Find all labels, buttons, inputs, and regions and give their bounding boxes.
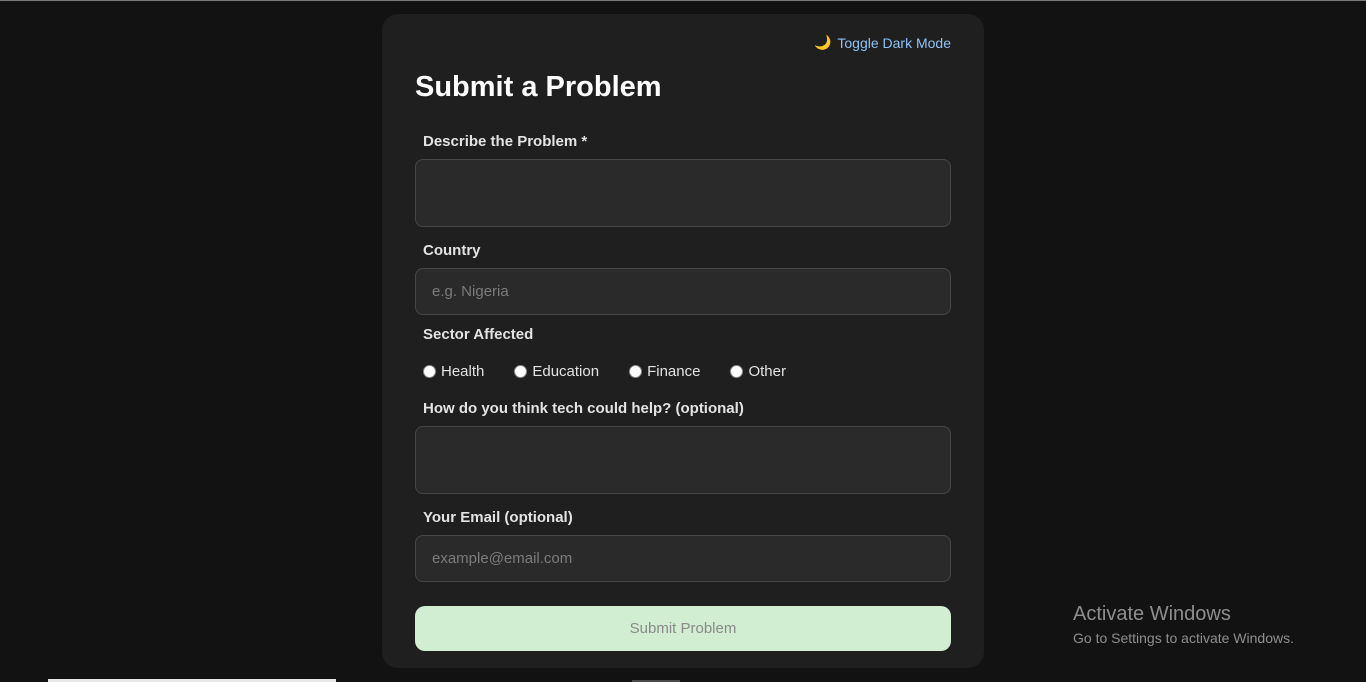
sector-label: Sector Affected bbox=[423, 326, 534, 343]
radio-button[interactable] bbox=[629, 365, 643, 378]
window-top-border bbox=[0, 0, 1366, 1]
tech-help-textarea[interactable] bbox=[415, 426, 951, 494]
radio-label: Other bbox=[748, 363, 786, 380]
toggle-dark-mode-label: Toggle Dark Mode bbox=[837, 34, 951, 51]
problem-label: Describe the Problem * bbox=[423, 133, 588, 150]
tech-help-label: How do you think tech could help? (optio… bbox=[423, 400, 744, 417]
page-title: Submit a Problem bbox=[415, 71, 662, 103]
toggle-dark-mode-button[interactable]: 🌙 Toggle Dark Mode bbox=[814, 34, 951, 51]
country-input[interactable] bbox=[415, 268, 951, 315]
sector-radio-group: Health Education Finance Other bbox=[423, 363, 816, 380]
country-label: Country bbox=[423, 242, 481, 259]
radio-finance[interactable]: Finance bbox=[629, 363, 700, 380]
email-label: Your Email (optional) bbox=[423, 509, 573, 526]
radio-other[interactable]: Other bbox=[730, 363, 786, 380]
submit-problem-button[interactable]: Submit Problem bbox=[415, 606, 951, 651]
radio-button[interactable] bbox=[730, 365, 744, 378]
radio-health[interactable]: Health bbox=[423, 363, 484, 380]
radio-label: Health bbox=[441, 363, 485, 380]
email-input[interactable] bbox=[415, 535, 951, 582]
radio-label: Education bbox=[532, 363, 600, 380]
watermark-title: Activate Windows bbox=[1073, 603, 1231, 625]
watermark-subtitle: Go to Settings to activate Windows. bbox=[1073, 630, 1294, 646]
radio-button[interactable] bbox=[514, 365, 528, 378]
submit-problem-card: 🌙 Toggle Dark Mode Submit a Problem Desc… bbox=[382, 14, 984, 668]
moon-icon: 🌙 bbox=[813, 34, 832, 50]
radio-button[interactable] bbox=[423, 365, 436, 378]
radio-education[interactable]: Education bbox=[514, 363, 599, 380]
radio-label: Finance bbox=[647, 363, 701, 380]
problem-textarea[interactable] bbox=[415, 159, 951, 227]
activate-windows-watermark: Activate Windows Go to Settings to activ… bbox=[1073, 603, 1294, 646]
